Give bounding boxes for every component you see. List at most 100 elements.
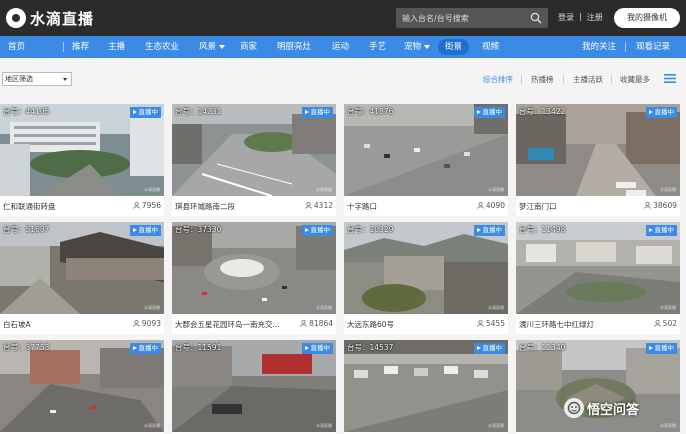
sort-hot[interactable]: 热播榜 [531,74,554,85]
stream-thumbnail[interactable]: 台号：14537 直播中 水滴直播 [344,340,508,432]
card-info: 梦江南门口 38609 [516,196,680,216]
stream-card[interactable]: 台号：37330 直播中 水滴直播 大郡会五星花园环岛一南充交... 81864 [172,222,336,334]
sort-most-favorited[interactable]: 收藏最多 [620,74,650,85]
nav-item-scenery[interactable]: 风景 [199,36,226,58]
wukong-logo-icon [564,398,584,418]
room-number: 台号：11498 [519,225,566,234]
stream-thumbnail[interactable]: 台号：11498 直播中 水滴直播 [516,222,680,314]
nav-item-video[interactable]: 视频 [482,36,499,58]
stream-card[interactable]: 台号：11498 直播中 水滴直播 濡川三环路七中红绿灯 502 [516,222,680,334]
stream-card[interactable]: 台号：11591 直播中 水滴直播 [172,340,336,434]
stream-card[interactable]: 台号：14231 直播中 水滴直播 琪县环城路南二段 4312 [172,104,336,216]
stream-title[interactable]: 梦江南门口 [519,201,637,212]
stream-thumbnail[interactable]: 台号：12340 直播中 水滴直播 [516,340,680,432]
my-camera-button[interactable]: 我的摄像机 [614,8,680,28]
room-number: 台号：37330 [175,225,222,234]
brand-logo[interactable]: 水滴直播 [6,6,94,30]
stream-card[interactable]: 台号：37753 直播中 水滴直播 [0,340,164,434]
live-badge: 直播中 [301,107,333,118]
stream-thumbnail[interactable]: 台号：14231 直播中 水滴直播 [172,104,336,196]
search-box [396,8,548,28]
nav-item-watch-history[interactable]: 观看记录 [636,36,670,58]
nav-item-recommend[interactable]: 推荐 [72,36,89,58]
nav-item-merchant[interactable]: 商家 [240,36,257,58]
viewer-count-value: 38609 [653,201,677,210]
stream-card[interactable]: 台号：44105 直播中 水滴直播 仁和联通街转盘 7956 [0,104,164,216]
thumb-watermark: 水滴直播 [144,423,160,428]
room-number: 台号：11591 [175,343,222,352]
stream-thumbnail[interactable]: 台号：13422 直播中 水滴直播 [516,104,680,196]
stream-title[interactable]: 琪县环城路南二段 [175,201,293,212]
nav-item-pets-label: 宠物 [404,42,422,52]
nav-item-pets[interactable]: 宠物 [404,36,431,58]
live-badge: 直播中 [301,343,333,354]
chevron-down-icon [63,78,67,81]
nav-item-scenery-label: 风景 [199,42,217,52]
sort-separator [611,75,612,84]
nav-item-street-view[interactable]: 街景 [438,39,470,55]
region-select[interactable]: 地区筛选 [2,72,72,86]
viewer-count: 9093 [133,319,161,328]
stream-thumbnail[interactable]: 台号：11591 直播中 水滴直播 [172,340,336,432]
wukong-watermark: 悟空问答 [564,398,639,418]
login-link[interactable]: 登录 [558,12,574,23]
stream-thumbnail[interactable]: 台号：44105 直播中 水滴直播 [0,104,164,196]
nav-item-kitchen[interactable]: 明厨亮灶 [277,36,311,58]
sort-active-anchor[interactable]: 主播活跃 [573,74,603,85]
stream-title[interactable]: 白石坡A [3,319,121,330]
thumb-watermark: 水滴直播 [488,187,504,192]
user-icon [644,202,651,209]
stream-card[interactable]: 台号：51687 直播中 水滴直播 白石坡A 9093 [0,222,164,334]
stream-card[interactable]: 台号：41876 直播中 水滴直播 十字路口 4090 [344,104,508,216]
register-link[interactable]: 注册 [587,12,603,23]
stream-card[interactable]: 台号：12340 直播中 水滴直播 [516,340,680,434]
thumb-watermark: 水滴直播 [316,305,332,310]
room-number: 台号：14537 [347,343,394,352]
thumb-watermark: 水滴直播 [316,423,332,428]
viewer-count-value: 7956 [141,201,161,210]
live-badge: 直播中 [473,343,505,354]
live-badge: 直播中 [645,225,677,236]
nav-item-sports[interactable]: 运动 [332,36,349,58]
stream-thumbnail[interactable]: 台号：37330 直播中 水滴直播 [172,222,336,314]
nav-item-eco-farming[interactable]: 生态农业 [145,36,179,58]
stream-thumbnail[interactable]: 台号：10329 直播中 水滴直播 [344,222,508,314]
nav-item-home[interactable]: 首页 [8,36,25,58]
sort-comprehensive[interactable]: 综合排序 [483,74,513,85]
card-info: 十字路口 4090 [344,196,508,216]
list-view-icon[interactable] [664,74,676,83]
user-icon [477,202,484,209]
room-number: 台号：37753 [3,343,50,352]
stream-title[interactable]: 大远东路60号 [347,319,465,330]
card-info: 白石坡A 9093 [0,314,164,334]
stream-title[interactable]: 濡川三环路七中红绿灯 [519,319,637,330]
viewer-count: 4312 [305,201,333,210]
nav-item-anchor[interactable]: 主播 [108,36,125,58]
card-info: 仁和联通街转盘 7956 [0,196,164,216]
viewer-count: 4090 [477,201,505,210]
stream-thumbnail[interactable]: 台号：51687 直播中 水滴直播 [0,222,164,314]
user-icon [300,320,307,327]
nav-item-my-follows[interactable]: 我的关注 [582,36,616,58]
live-badge: 直播中 [645,343,677,354]
stream-card[interactable]: 台号：14537 直播中 水滴直播 [344,340,508,434]
stream-card[interactable]: 台号：13422 直播中 水滴直播 梦江南门口 38609 [516,104,680,216]
live-badge: 直播中 [473,107,505,118]
search-input[interactable] [396,8,524,28]
viewer-count-value: 81864 [309,319,333,328]
viewer-count-value: 9093 [141,319,161,328]
search-icon[interactable] [530,12,542,24]
stream-thumbnail[interactable]: 台号：41876 直播中 水滴直播 [344,104,508,196]
thumb-watermark: 水滴直播 [660,423,676,428]
card-info: 大郡会五星花园环岛一南充交... 81864 [172,314,336,334]
chevron-down-icon [424,44,431,49]
stream-thumbnail[interactable]: 台号：37753 直播中 水滴直播 [0,340,164,432]
stream-title[interactable]: 仁和联通街转盘 [3,201,121,212]
stream-title[interactable]: 大郡会五星花园环岛一南充交... [175,319,293,330]
viewer-count-value: 502 [662,319,677,328]
nav-item-crafts[interactable]: 手艺 [369,36,386,58]
user-icon [653,320,661,327]
thumb-watermark: 水滴直播 [488,423,504,428]
stream-card[interactable]: 台号：10329 直播中 水滴直播 大远东路60号 5455 [344,222,508,334]
stream-title[interactable]: 十字路口 [347,201,465,212]
